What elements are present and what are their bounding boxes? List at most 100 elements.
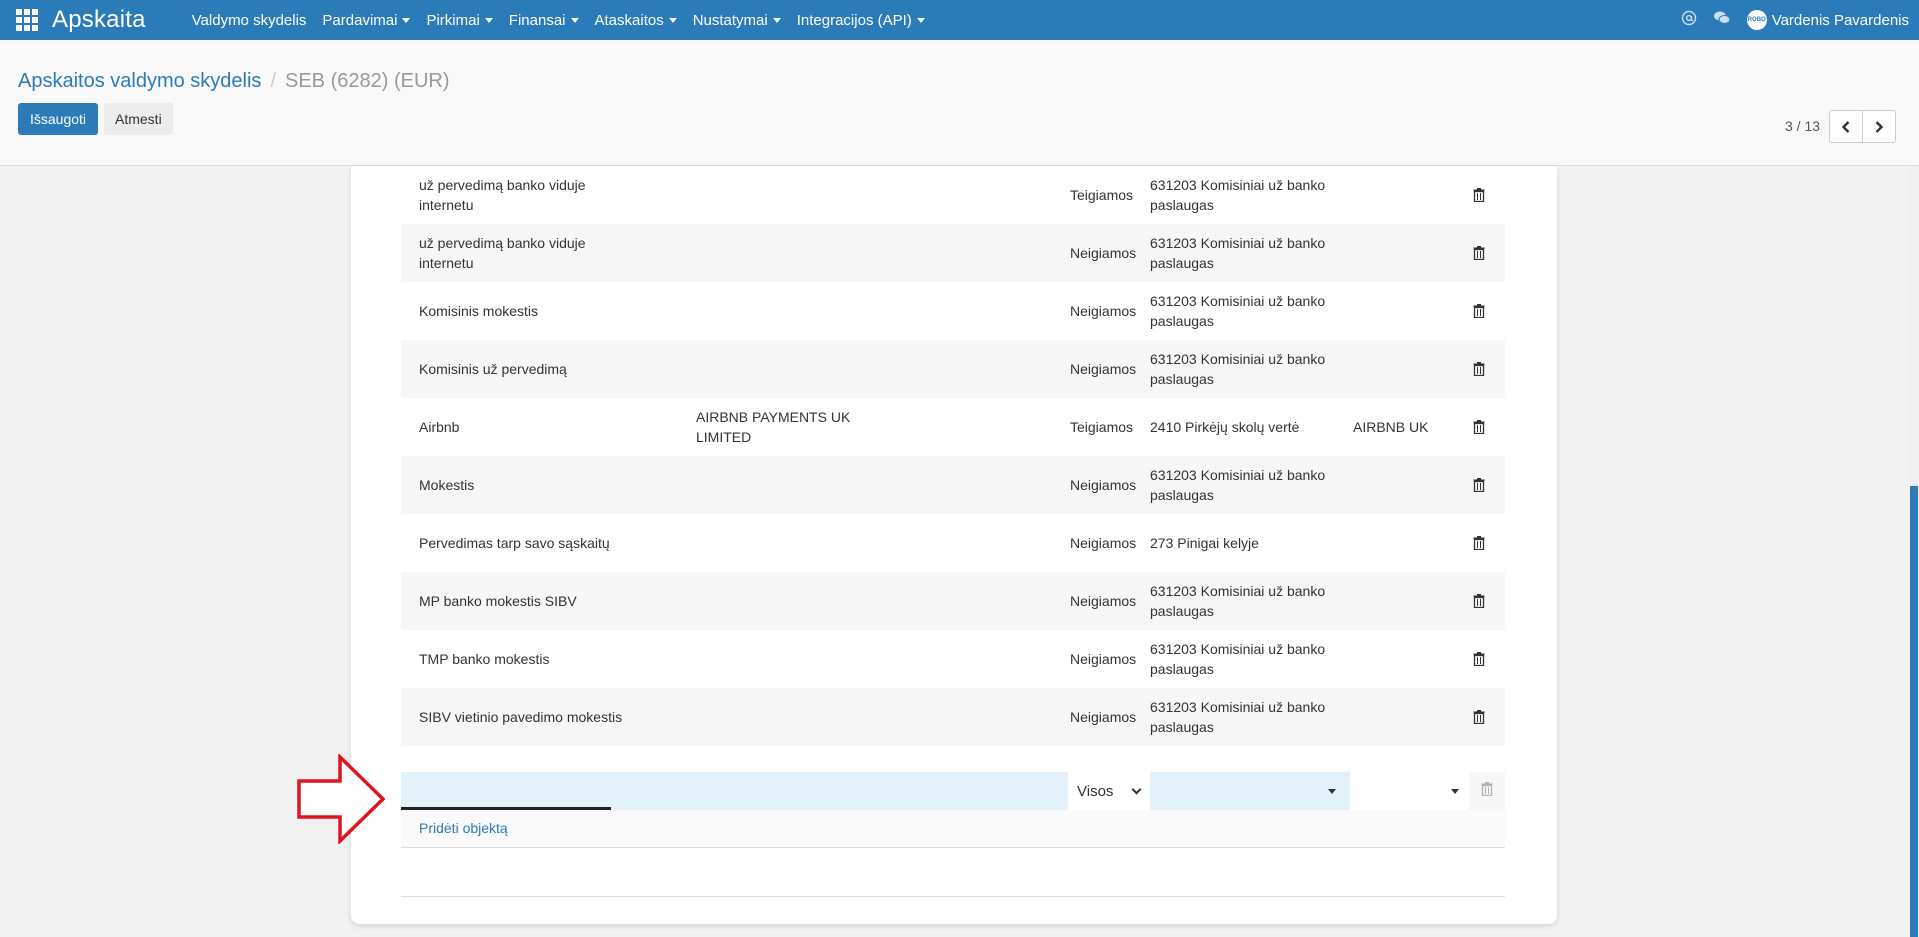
account-cell: 631203 Komisiniai už banko paslaugas [1150, 177, 1326, 213]
breadcrumb-current: SEB (6282) (EUR) [285, 70, 450, 92]
trash-icon [1473, 594, 1485, 608]
caret-down-icon [1451, 789, 1459, 794]
table-row[interactable]: Komisinis mokestis Neigiamos 631203 Komisi… [401, 282, 1505, 340]
table-row[interactable]: Mokestis Neigiamos 631203 Komisiniai už ba… [401, 456, 1505, 514]
scrollbar-thumb[interactable] [1910, 486, 1918, 937]
sign-cell: Neigiamos [1070, 303, 1137, 319]
pager-next-button[interactable] [1862, 110, 1896, 143]
table-row[interactable]: Komisinis už pervedimą Neigiamos 631203 Ko… [401, 340, 1505, 398]
sign-select[interactable]: Visos [1068, 772, 1148, 810]
sign-cell: Neigiamos [1070, 245, 1137, 261]
chat-icon[interactable] [1713, 10, 1731, 31]
rule-name-cell: Komisinis už pervedimą [419, 361, 567, 377]
table-row[interactable]: MP banko mokestis SIBV Neigiamos 631203 Ko… [401, 572, 1505, 630]
account-cell: 631203 Komisiniai už banko paslaugas [1150, 583, 1326, 619]
navbar-right: ROBO Vardenis Pavardenis [1681, 0, 1909, 40]
rule-name-cell: SIBV vietinio pavedimo mokestis [419, 709, 623, 725]
table-row[interactable]: TMP banko mokestis Neigiamos 631203 Komisi… [401, 630, 1505, 688]
chevron-right-icon [1875, 120, 1884, 133]
table-row[interactable]: SIBV vietinio pavedimo mokestis Neigiamos… [401, 688, 1505, 746]
delete-row-button[interactable] [1469, 166, 1489, 224]
pager-value[interactable]: 3 / 13 [1785, 118, 1820, 134]
extra-cell [1353, 630, 1453, 688]
menu-item[interactable]: Pardavimai [314, 0, 418, 40]
caret-down-icon [484, 17, 493, 23]
sign-cell: Neigiamos [1070, 651, 1137, 667]
delete-row-button[interactable] [1469, 630, 1489, 688]
annotation-arrow-icon [297, 754, 386, 844]
save-button[interactable]: Išsaugoti [18, 103, 99, 135]
menu-item-label: Valdymo skydelis [191, 11, 307, 29]
extra-cell [1353, 166, 1453, 224]
partner-cell [696, 688, 876, 746]
delete-row-button[interactable] [1469, 224, 1489, 282]
rule-name-cell: Pervedimas tarp savo sąskaitų [419, 535, 610, 551]
account-cell: 631203 Komisiniai už banko paslaugas [1150, 293, 1326, 329]
delete-row-button[interactable] [1469, 340, 1489, 398]
breadcrumb-separator: / [270, 70, 276, 92]
chevron-left-icon [1841, 120, 1850, 133]
rule-name-cell: Airbnb [419, 419, 460, 435]
partner-cell [696, 514, 876, 572]
table-row[interactable]: Airbnb AIRBNB PAYMENTS UK LIMITED Teigiamo… [401, 398, 1505, 456]
delete-row-button[interactable] [1469, 398, 1489, 456]
delete-row-button[interactable] [1469, 282, 1489, 340]
at-icon[interactable] [1681, 10, 1697, 31]
trash-icon [1473, 710, 1485, 724]
trash-icon [1473, 246, 1485, 260]
rule-name-cell: už pervedimą banko viduje internetu [419, 235, 586, 271]
menu-item-label: Ataskaitos [594, 11, 664, 29]
trash-icon [1473, 652, 1485, 666]
extra-cell: AIRBNB UK [1353, 419, 1429, 435]
extra-cell [1353, 456, 1453, 514]
sign-cell: Neigiamos [1070, 361, 1137, 377]
add-line-row: Pridėti objektą [401, 810, 1505, 848]
extra-cell [1353, 514, 1453, 572]
partner-cell [696, 340, 876, 398]
breadcrumb-parent-link[interactable]: Apskaitos valdymo skydelis [18, 70, 261, 92]
main-menu: Valdymo skydelis Pardavimai Pirkimai Finans… [184, 0, 933, 40]
menu-item[interactable]: Valdymo skydelis [184, 0, 315, 40]
menu-item-label: Nustatymai [692, 11, 768, 29]
delete-row-button[interactable] [1469, 514, 1489, 572]
sign-cell: Neigiamos [1070, 709, 1137, 725]
table-row[interactable]: už pervedimą banko viduje internetu Neigi… [401, 224, 1505, 282]
rule-name-cell: TMP banko mokestis [419, 651, 550, 667]
sign-cell: Teigiamos [1070, 187, 1134, 203]
table-row[interactable]: už pervedimą banko viduje internetu Teigi… [401, 166, 1505, 224]
pager-previous-button[interactable] [1829, 110, 1863, 143]
menu-item[interactable]: Integracijos (API) [789, 0, 933, 40]
rule-name-input[interactable] [401, 772, 1068, 810]
apps-grid-icon[interactable] [16, 9, 38, 31]
menu-item-label: Finansai [508, 11, 566, 29]
add-line-link[interactable]: Pridėti objektą [419, 820, 508, 836]
user-avatar[interactable]: ROBO [1746, 10, 1767, 30]
partner-cell: AIRBNB PAYMENTS UK LIMITED [696, 409, 851, 445]
sign-select-value: Visos [1077, 782, 1114, 800]
caret-down-icon [772, 17, 781, 23]
user-name[interactable]: Vardenis Pavardenis [1772, 12, 1909, 29]
menu-item[interactable]: Nustatymai [685, 0, 789, 40]
delete-row-button[interactable] [1469, 572, 1489, 630]
partner-cell [696, 456, 876, 514]
account-select[interactable] [1150, 772, 1350, 810]
menu-item[interactable]: Ataskaitos [587, 0, 685, 40]
trash-icon[interactable] [1481, 782, 1493, 796]
partner-cell [696, 224, 876, 282]
table-row[interactable]: Pervedimas tarp savo sąskaitų Neigiamos 27… [401, 514, 1505, 572]
top-navbar: Apskaita Valdymo skydelis Pardavimai Pirki… [0, 0, 1919, 40]
extra-cell [1353, 572, 1453, 630]
extra-select[interactable] [1353, 772, 1469, 810]
trash-icon [1473, 362, 1485, 376]
app-brand[interactable]: Apskaita [52, 6, 146, 34]
rule-name-cell: Mokestis [419, 477, 475, 493]
account-cell: 2410 Pirkėjų skolų vertė [1150, 419, 1300, 435]
sign-cell: Neigiamos [1070, 477, 1137, 493]
menu-item[interactable]: Finansai [501, 0, 587, 40]
partner-cell [696, 166, 876, 224]
menu-item[interactable]: Pirkimai [418, 0, 500, 40]
delete-row-button[interactable] [1469, 456, 1489, 514]
rule-name-cell: už pervedimą banko viduje internetu [419, 177, 586, 213]
delete-row-button[interactable] [1469, 688, 1489, 746]
discard-button[interactable]: Atmesti [104, 103, 173, 135]
